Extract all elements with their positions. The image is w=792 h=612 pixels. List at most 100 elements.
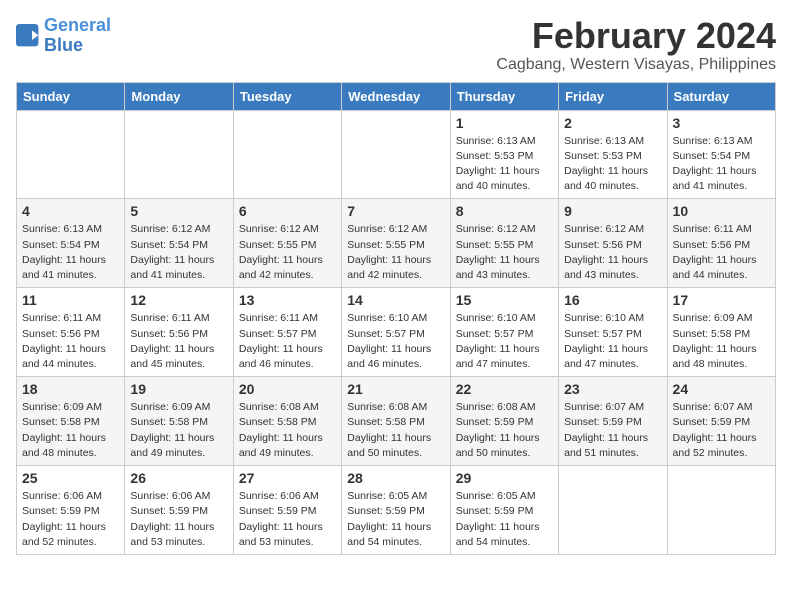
calendar-cell: 9 Sunrise: 6:12 AMSunset: 5:56 PMDaylight… bbox=[559, 199, 667, 288]
day-info: Sunrise: 6:09 AMSunset: 5:58 PMDaylight:… bbox=[22, 400, 119, 461]
day-number: 7 bbox=[347, 203, 444, 219]
header-sunday: Sunday bbox=[17, 82, 125, 110]
calendar-cell: 29 Sunrise: 6:05 AMSunset: 5:59 PMDayligh… bbox=[450, 466, 558, 555]
calendar-cell bbox=[559, 466, 667, 555]
calendar-cell: 15 Sunrise: 6:10 AMSunset: 5:57 PMDayligh… bbox=[450, 288, 558, 377]
day-info: Sunrise: 6:12 AMSunset: 5:56 PMDaylight:… bbox=[564, 222, 661, 283]
day-info: Sunrise: 6:05 AMSunset: 5:59 PMDaylight:… bbox=[347, 489, 444, 550]
calendar-cell: 7Sunrise: 6:12 AMSunset: 5:55 PMDaylight… bbox=[342, 199, 450, 288]
day-number: 20 bbox=[239, 381, 336, 397]
day-number: 13 bbox=[239, 292, 336, 308]
day-number: 2 bbox=[564, 115, 661, 131]
day-info: Sunrise: 6:10 AMSunset: 5:57 PMDaylight:… bbox=[456, 311, 553, 372]
calendar-cell: 21 Sunrise: 6:08 AMSunset: 5:58 PMDayligh… bbox=[342, 377, 450, 466]
day-number: 3 bbox=[673, 115, 770, 131]
logo-icon bbox=[16, 24, 40, 48]
calendar-body: 1 Sunrise: 6:13 AMSunset: 5:53 PMDaylight… bbox=[17, 110, 776, 554]
day-number: 6 bbox=[239, 203, 336, 219]
week-row-3: 11 Sunrise: 6:11 AMSunset: 5:56 PMDayligh… bbox=[17, 288, 776, 377]
day-info: Sunrise: 6:12 AMSunset: 5:55 PMDaylight:… bbox=[239, 222, 336, 283]
day-number: 21 bbox=[347, 381, 444, 397]
calendar-table: SundayMondayTuesdayWednesdayThursdayFrid… bbox=[16, 82, 776, 555]
header-tuesday: Tuesday bbox=[233, 82, 341, 110]
day-number: 25 bbox=[22, 470, 119, 486]
calendar-cell: 17 Sunrise: 6:09 AMSunset: 5:58 PMDayligh… bbox=[667, 288, 775, 377]
calendar-cell: 12 Sunrise: 6:11 AMSunset: 5:56 PMDayligh… bbox=[125, 288, 233, 377]
day-number: 5 bbox=[130, 203, 227, 219]
week-row-5: 25 Sunrise: 6:06 AMSunset: 5:59 PMDayligh… bbox=[17, 466, 776, 555]
day-info: Sunrise: 6:13 AMSunset: 5:53 PMDaylight:… bbox=[456, 134, 553, 195]
calendar-cell: 25 Sunrise: 6:06 AMSunset: 5:59 PMDayligh… bbox=[17, 466, 125, 555]
day-info: Sunrise: 6:11 AMSunset: 5:56 PMDaylight:… bbox=[673, 222, 770, 283]
day-info: Sunrise: 6:13 AMSunset: 5:53 PMDaylight:… bbox=[564, 134, 661, 195]
calendar-cell bbox=[125, 110, 233, 199]
calendar-cell: 14 Sunrise: 6:10 AMSunset: 5:57 PMDayligh… bbox=[342, 288, 450, 377]
calendar-cell: 24 Sunrise: 6:07 AMSunset: 5:59 PMDayligh… bbox=[667, 377, 775, 466]
calendar-cell: 5 Sunrise: 6:12 AMSunset: 5:54 PMDaylight… bbox=[125, 199, 233, 288]
calendar-cell bbox=[233, 110, 341, 199]
day-number: 23 bbox=[564, 381, 661, 397]
day-info: Sunrise: 6:10 AMSunset: 5:57 PMDaylight:… bbox=[347, 311, 444, 372]
day-info: Sunrise: 6:12 AMSunset: 5:55 PMDaylight:… bbox=[456, 222, 553, 283]
day-number: 9 bbox=[564, 203, 661, 219]
day-number: 8 bbox=[456, 203, 553, 219]
logo-text: General Blue bbox=[44, 16, 111, 56]
calendar-cell: 11 Sunrise: 6:11 AMSunset: 5:56 PMDayligh… bbox=[17, 288, 125, 377]
day-info: Sunrise: 6:08 AMSunset: 5:58 PMDaylight:… bbox=[239, 400, 336, 461]
day-number: 24 bbox=[673, 381, 770, 397]
header-friday: Friday bbox=[559, 82, 667, 110]
calendar-cell: 27Sunrise: 6:06 AMSunset: 5:59 PMDayligh… bbox=[233, 466, 341, 555]
day-number: 15 bbox=[456, 292, 553, 308]
day-number: 12 bbox=[130, 292, 227, 308]
day-number: 16 bbox=[564, 292, 661, 308]
month-title: February 2024 bbox=[496, 16, 776, 56]
day-number: 11 bbox=[22, 292, 119, 308]
day-number: 1 bbox=[456, 115, 553, 131]
day-info: Sunrise: 6:05 AMSunset: 5:59 PMDaylight:… bbox=[456, 489, 553, 550]
calendar-cell bbox=[342, 110, 450, 199]
day-info: Sunrise: 6:06 AMSunset: 5:59 PMDaylight:… bbox=[22, 489, 119, 550]
day-info: Sunrise: 6:09 AMSunset: 5:58 PMDaylight:… bbox=[673, 311, 770, 372]
calendar-cell: 20 Sunrise: 6:08 AMSunset: 5:58 PMDayligh… bbox=[233, 377, 341, 466]
day-number: 26 bbox=[130, 470, 227, 486]
calendar-cell bbox=[17, 110, 125, 199]
logo: General Blue bbox=[16, 16, 111, 56]
day-info: Sunrise: 6:06 AMSunset: 5:59 PMDaylight:… bbox=[130, 489, 227, 550]
day-info: Sunrise: 6:11 AMSunset: 5:56 PMDaylight:… bbox=[130, 311, 227, 372]
calendar-cell: 10 Sunrise: 6:11 AMSunset: 5:56 PMDayligh… bbox=[667, 199, 775, 288]
title-block: February 2024 Cagbang, Western Visayas, … bbox=[496, 16, 776, 74]
day-number: 22 bbox=[456, 381, 553, 397]
day-number: 18 bbox=[22, 381, 119, 397]
day-number: 14 bbox=[347, 292, 444, 308]
header-saturday: Saturday bbox=[667, 82, 775, 110]
calendar-cell: 13 Sunrise: 6:11 AMSunset: 5:57 PMDayligh… bbox=[233, 288, 341, 377]
page-header: General Blue February 2024 Cagbang, West… bbox=[16, 16, 776, 74]
day-info: Sunrise: 6:11 AMSunset: 5:57 PMDaylight:… bbox=[239, 311, 336, 372]
day-info: Sunrise: 6:06 AMSunset: 5:59 PMDaylight:… bbox=[239, 489, 336, 550]
calendar-cell: 28 Sunrise: 6:05 AMSunset: 5:59 PMDayligh… bbox=[342, 466, 450, 555]
day-info: Sunrise: 6:11 AMSunset: 5:56 PMDaylight:… bbox=[22, 311, 119, 372]
day-info: Sunrise: 6:12 AMSunset: 5:54 PMDaylight:… bbox=[130, 222, 227, 283]
day-info: Sunrise: 6:08 AMSunset: 5:58 PMDaylight:… bbox=[347, 400, 444, 461]
day-info: Sunrise: 6:13 AMSunset: 5:54 PMDaylight:… bbox=[673, 134, 770, 195]
calendar-cell: 6 Sunrise: 6:12 AMSunset: 5:55 PMDaylight… bbox=[233, 199, 341, 288]
calendar-cell: 22 Sunrise: 6:08 AMSunset: 5:59 PMDayligh… bbox=[450, 377, 558, 466]
calendar-cell: 1 Sunrise: 6:13 AMSunset: 5:53 PMDaylight… bbox=[450, 110, 558, 199]
calendar-cell: 16Sunrise: 6:10 AMSunset: 5:57 PMDayligh… bbox=[559, 288, 667, 377]
location: Cagbang, Western Visayas, Philippines bbox=[496, 56, 776, 74]
calendar-cell: 23Sunrise: 6:07 AMSunset: 5:59 PMDayligh… bbox=[559, 377, 667, 466]
calendar-cell: 18 Sunrise: 6:09 AMSunset: 5:58 PMDayligh… bbox=[17, 377, 125, 466]
header-monday: Monday bbox=[125, 82, 233, 110]
calendar-cell: 19Sunrise: 6:09 AMSunset: 5:58 PMDayligh… bbox=[125, 377, 233, 466]
day-number: 17 bbox=[673, 292, 770, 308]
day-info: Sunrise: 6:07 AMSunset: 5:59 PMDaylight:… bbox=[673, 400, 770, 461]
header-thursday: Thursday bbox=[450, 82, 558, 110]
day-number: 28 bbox=[347, 470, 444, 486]
day-number: 4 bbox=[22, 203, 119, 219]
week-row-1: 1 Sunrise: 6:13 AMSunset: 5:53 PMDaylight… bbox=[17, 110, 776, 199]
week-row-4: 18 Sunrise: 6:09 AMSunset: 5:58 PMDayligh… bbox=[17, 377, 776, 466]
day-info: Sunrise: 6:08 AMSunset: 5:59 PMDaylight:… bbox=[456, 400, 553, 461]
day-number: 29 bbox=[456, 470, 553, 486]
day-number: 10 bbox=[673, 203, 770, 219]
calendar-cell: 26 Sunrise: 6:06 AMSunset: 5:59 PMDayligh… bbox=[125, 466, 233, 555]
